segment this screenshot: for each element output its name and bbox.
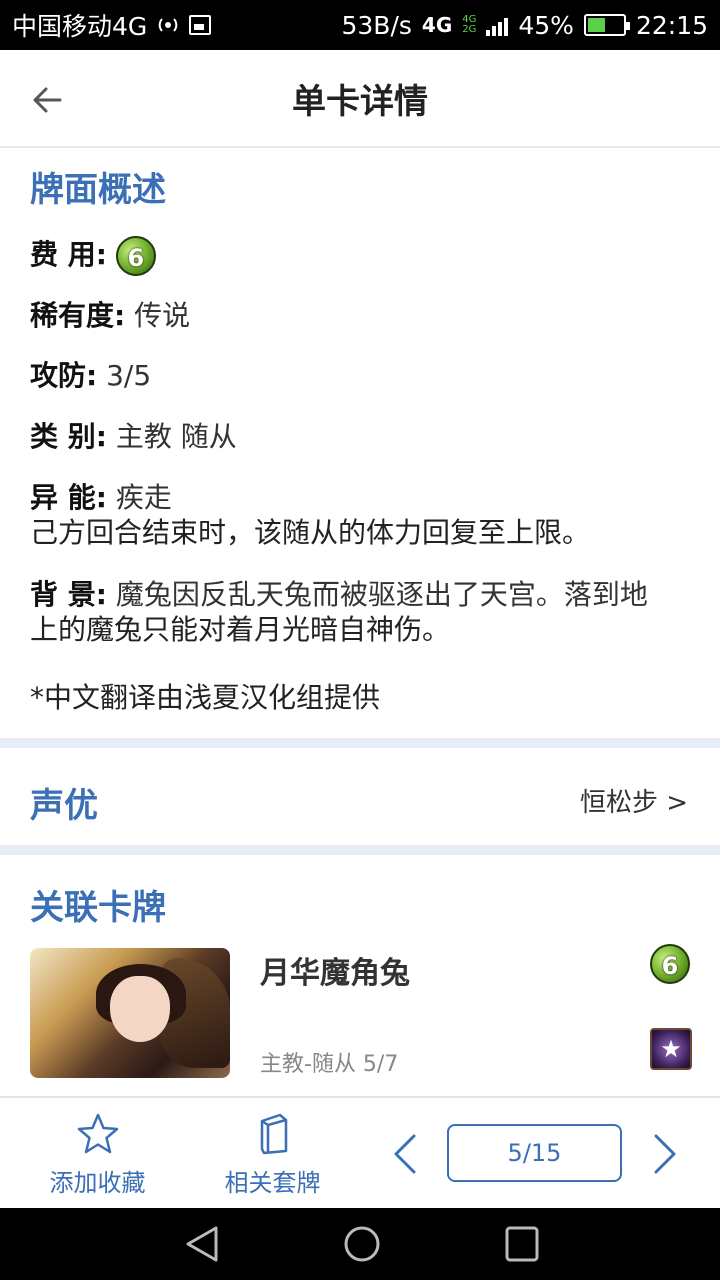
ability-label: 异 能:: [30, 481, 107, 514]
stats-row: 攻防: 3/5: [30, 358, 151, 394]
add-favorite-label: 添加收藏: [49, 1168, 146, 1197]
cost-gem-icon: 6: [115, 236, 156, 276]
network-small: 4G 2G: [462, 15, 476, 35]
section-divider: [0, 738, 720, 748]
system-nav-bar: [0, 1208, 720, 1280]
stats-value: 3/5: [106, 359, 152, 392]
app-header: 单卡详情: [0, 50, 720, 148]
nav-back-icon[interactable]: [184, 1224, 220, 1264]
related-section-title: 关联卡牌: [30, 888, 166, 928]
star-icon: [77, 1113, 118, 1153]
battery-icon: [583, 14, 630, 36]
ability-value: 疾走: [115, 481, 172, 514]
ability-row: 异 能: 疾走: [30, 480, 172, 516]
background-label: 背 景:: [30, 578, 107, 611]
nav-home-icon[interactable]: [342, 1224, 382, 1264]
related-decks-button[interactable]: 相关套牌: [215, 1098, 330, 1210]
background-row: 背 景: 魔兔因反乱天兔而被驱逐出了天宫。落到地: [30, 577, 648, 613]
clock: 22:15: [635, 10, 708, 40]
type-label: 类 别:: [30, 420, 107, 453]
stats-label: 攻防:: [30, 359, 98, 392]
section-divider: [0, 845, 720, 855]
page-indicator[interactable]: 5/15: [447, 1124, 622, 1182]
chevron-left-icon[interactable]: [390, 1132, 420, 1176]
status-right: 53B/s 4G 4G 2G 45% 22:15: [341, 11, 708, 40]
nav-recents-icon[interactable]: [504, 1224, 540, 1264]
cost-label: 费 用:: [30, 238, 107, 271]
related-card-art[interactable]: [30, 948, 230, 1078]
ability-desc: 己方回合结束时，该随从的体力回复至上限。: [30, 516, 591, 549]
related-card-name[interactable]: 月华魔角兔: [260, 948, 410, 992]
background-value-line1: 魔兔因反乱天兔而被驱逐出了天宫。落到地: [115, 578, 648, 611]
arrow-left-icon[interactable]: [30, 82, 66, 118]
page-title: 单卡详情: [292, 81, 428, 122]
overview-section-title: 牌面概述: [30, 170, 166, 210]
add-favorite-button[interactable]: 添加收藏: [40, 1098, 155, 1210]
voice-actor-link[interactable]: 恒松步 >: [580, 782, 688, 819]
related-card-subtitle: 主教-随从 5/7: [260, 1052, 399, 1077]
related-decks-label: 相关套牌: [224, 1168, 321, 1197]
bishop-class-icon: ★: [650, 1028, 692, 1070]
carrier-group: 中国移动4G: [12, 7, 212, 43]
rarity-row: 稀有度: 传说: [30, 298, 190, 334]
type-row: 类 别: 主教 随从: [30, 419, 237, 455]
status-bar: 中国移动4G 53B/s 4G 4G 2G 45% 22:15: [0, 0, 720, 50]
network-speed: 53B/s: [341, 10, 412, 40]
hotspot-icon: [158, 18, 178, 32]
type-value: 主教 随从: [115, 420, 237, 453]
carrier-name: 中国移动4G: [12, 12, 148, 41]
rarity-value: 传说: [134, 299, 191, 332]
network-type: 4G: [421, 13, 453, 37]
deck-icon: [260, 1113, 287, 1154]
translation-note: *中文翻译由浅夏汉化组提供: [30, 681, 381, 714]
network-small-bottom: 2G: [462, 24, 477, 35]
signal-icon: [486, 14, 509, 36]
battery-percent: 45%: [518, 10, 574, 40]
cost-row: 费 用: 6: [30, 236, 156, 276]
background-value-line2: 上的魔兔只能对着月光暗自神伤。: [30, 613, 451, 646]
rarity-label: 稀有度:: [30, 299, 126, 332]
voice-section-title: 声优: [30, 786, 98, 826]
related-cost-gem-icon: 6: [650, 944, 690, 984]
image-icon: [189, 15, 212, 35]
chevron-right-icon[interactable]: [650, 1132, 680, 1176]
